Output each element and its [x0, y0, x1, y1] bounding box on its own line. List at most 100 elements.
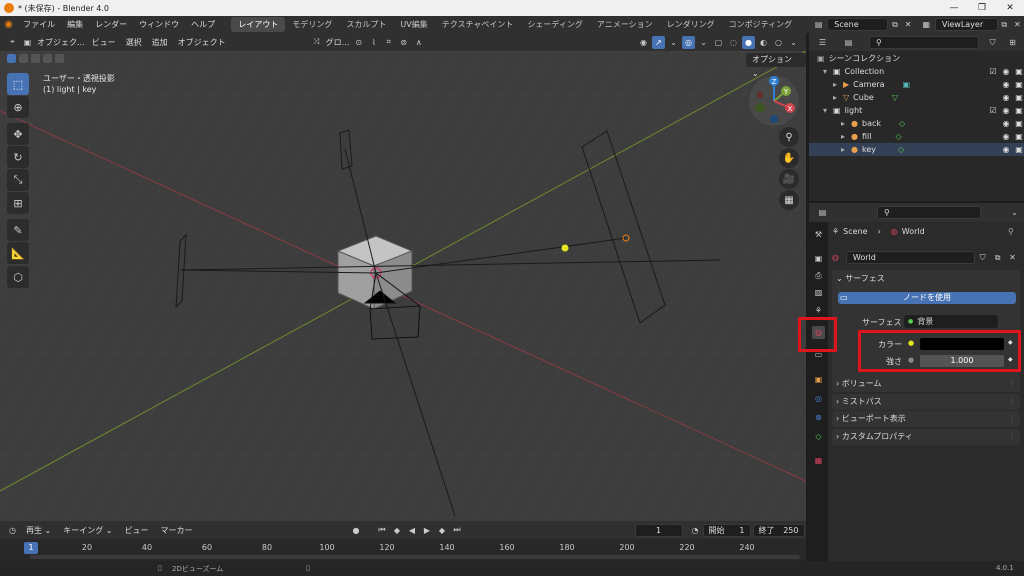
- render-camera-icon[interactable]: ▣: [1014, 93, 1024, 102]
- select-subtract-icon[interactable]: [31, 54, 40, 63]
- minimize-button[interactable]: —: [940, 0, 968, 16]
- cursor-tool[interactable]: ⊕: [7, 96, 29, 118]
- xray-icon[interactable]: ▢: [712, 36, 725, 49]
- prev-keyframe-icon[interactable]: ◆: [391, 524, 404, 537]
- properties-options-icon[interactable]: ⌄: [1008, 206, 1021, 219]
- transform-tool[interactable]: ⊞: [7, 192, 29, 214]
- outliner-row-camera[interactable]: ▸ ▶ Camera ▣ ◉ ▣: [809, 78, 1024, 91]
- viewport-display-panel[interactable]: › ビューポート表示 ⋮: [832, 411, 1020, 427]
- expand-arrow-icon[interactable]: ▾: [823, 67, 833, 76]
- falloff-icon[interactable]: ∧: [412, 36, 425, 49]
- checkbox-icon[interactable]: ☑: [988, 67, 998, 76]
- volume-panel[interactable]: › ボリューム ⋮: [832, 376, 1020, 392]
- eye-icon[interactable]: ◉: [1001, 145, 1011, 154]
- stopwatch-icon[interactable]: ◔: [689, 524, 702, 537]
- timeline-editor-icon[interactable]: ◷: [6, 524, 19, 537]
- maximize-button[interactable]: ❐: [968, 0, 996, 16]
- viewport-menu-add[interactable]: 追加: [147, 37, 173, 48]
- outliner-row-light-collection[interactable]: ▾ ▣ light ☑ ◉ ▣: [809, 104, 1024, 117]
- outliner-editor-icon[interactable]: ☰: [816, 36, 829, 49]
- annotate-tool[interactable]: ✎: [7, 219, 29, 241]
- next-keyframe-icon[interactable]: ◆: [436, 524, 449, 537]
- play-reverse-icon[interactable]: ◀: [406, 524, 419, 537]
- render-camera-icon[interactable]: ▣: [1014, 145, 1024, 154]
- timeline-track[interactable]: 1 20 40 60 80 100 120 140 160 180 200 22…: [0, 539, 806, 561]
- gizmo-dropdown-icon[interactable]: ⌄: [667, 36, 680, 49]
- overlay-dropdown-icon[interactable]: ⌄: [697, 36, 710, 49]
- jump-start-icon[interactable]: ⏮: [376, 524, 389, 537]
- play-icon[interactable]: ▶: [421, 524, 434, 537]
- close-button[interactable]: ✕: [996, 0, 1024, 16]
- mist-panel[interactable]: › ミストパス ⋮: [832, 394, 1020, 410]
- render-camera-icon[interactable]: ▣: [1014, 132, 1024, 141]
- tool-tab-icon[interactable]: ⚒: [812, 228, 825, 241]
- expand-arrow-icon[interactable]: ▸: [833, 80, 843, 89]
- 3d-viewport[interactable]: ユーザー・透視投影 (1) light | key ⬚ ⊕ ✥ ↻ ⤡ ⊞ ✎ …: [0, 51, 806, 521]
- gizmo-toggle-icon[interactable]: ↗: [652, 35, 665, 49]
- viewlayer-selector-icon[interactable]: ▦: [921, 18, 932, 31]
- world-browse-icon[interactable]: ◍: [832, 253, 846, 262]
- drag-handle-icon[interactable]: ⋮: [1008, 397, 1016, 406]
- properties-editor-icon[interactable]: ▤: [816, 206, 829, 219]
- workspace-tab-texture-paint[interactable]: テクスチャペイント: [435, 17, 521, 32]
- select-intersect-icon[interactable]: [55, 54, 64, 63]
- menu-edit[interactable]: 編集: [61, 19, 89, 30]
- timeline-view-menu[interactable]: ビュー: [119, 525, 155, 536]
- drag-handle-icon[interactable]: ⋮: [1008, 379, 1016, 388]
- checkbox-icon[interactable]: ☑: [988, 106, 998, 115]
- render-tab-icon[interactable]: ▣: [812, 252, 825, 265]
- proportional-edit-icon[interactable]: ⊚: [397, 36, 410, 49]
- texture-tab-icon[interactable]: ▦: [812, 454, 825, 467]
- eye-icon[interactable]: ◉: [1001, 119, 1011, 128]
- visibility-icon[interactable]: ◉: [637, 36, 650, 49]
- material-shading-icon[interactable]: ◐: [757, 36, 770, 49]
- outliner-row-back[interactable]: ▸ ● back ◇ ◉ ▣: [809, 117, 1024, 130]
- eye-icon[interactable]: ◉: [1001, 106, 1011, 115]
- snap-icon[interactable]: ⌇: [367, 36, 380, 49]
- rotate-tool[interactable]: ↻: [7, 146, 29, 168]
- menu-render[interactable]: レンダー: [89, 19, 133, 30]
- start-frame-field[interactable]: 開始 1: [702, 523, 751, 537]
- expand-arrow-icon[interactable]: ▾: [823, 106, 833, 115]
- viewport-menu-object[interactable]: オブジェクト: [173, 37, 231, 48]
- expand-arrow-icon[interactable]: ▸: [841, 132, 851, 141]
- filter-icon[interactable]: ⛉: [986, 36, 999, 49]
- eye-icon[interactable]: ◉: [1001, 93, 1011, 102]
- navigation-gizmo[interactable]: Z Y X: [748, 75, 800, 127]
- output-tab-icon[interactable]: ⎙: [812, 269, 825, 282]
- eye-icon[interactable]: ◉: [1001, 80, 1011, 89]
- jump-end-icon[interactable]: ⏭: [451, 524, 464, 537]
- view-layer-tab-icon[interactable]: ▨: [812, 286, 825, 299]
- new-collection-icon[interactable]: ⊞: [1006, 36, 1019, 49]
- measure-tool[interactable]: 📐: [7, 242, 29, 264]
- object-data-tab-icon[interactable]: ◇: [812, 430, 825, 443]
- select-box-tool[interactable]: ⬚: [7, 73, 29, 95]
- menu-help[interactable]: ヘルプ: [185, 19, 221, 30]
- unlink-world-icon[interactable]: ✕: [1006, 251, 1019, 264]
- workspace-tab-shading[interactable]: シェーディング: [520, 17, 589, 32]
- eye-icon[interactable]: ◉: [1001, 132, 1011, 141]
- playback-menu[interactable]: 再生 ⌄: [20, 525, 57, 536]
- workspace-tab-rendering[interactable]: レンダリング: [660, 17, 722, 32]
- wireframe-shading-icon[interactable]: ◌: [727, 36, 740, 49]
- pin-icon[interactable]: ⚲: [1008, 227, 1014, 236]
- snap-target-icon[interactable]: ⌗: [382, 36, 395, 49]
- render-camera-icon[interactable]: ▣: [1014, 119, 1024, 128]
- workspace-tab-sculpt[interactable]: スカルプト: [339, 17, 393, 32]
- rendered-shading-icon[interactable]: ○: [772, 36, 785, 49]
- viewport-menu-view[interactable]: ビュー: [87, 37, 121, 48]
- properties-search-input[interactable]: ⚲: [877, 206, 981, 219]
- new-scene-icon[interactable]: ⧉: [889, 18, 900, 31]
- viewport-options-button[interactable]: オプション ⌄: [746, 53, 806, 78]
- object-tab-icon[interactable]: ▣: [812, 373, 825, 386]
- ortho-grid-icon[interactable]: ▦: [779, 190, 799, 210]
- scene-field[interactable]: Scene: [827, 18, 889, 31]
- outliner-row-fill[interactable]: ▸ ● fill ◇ ◉ ▣: [809, 130, 1024, 143]
- world-name-field[interactable]: World: [845, 251, 976, 264]
- workspace-tab-layout[interactable]: レイアウト: [231, 17, 286, 32]
- current-frame-field[interactable]: 1: [634, 523, 683, 537]
- expand-arrow-icon[interactable]: ▸: [841, 119, 851, 128]
- select-extend-icon[interactable]: [19, 54, 28, 63]
- pan-hand-icon[interactable]: ✋: [779, 148, 799, 168]
- transform-orientation[interactable]: グロ...: [324, 37, 352, 48]
